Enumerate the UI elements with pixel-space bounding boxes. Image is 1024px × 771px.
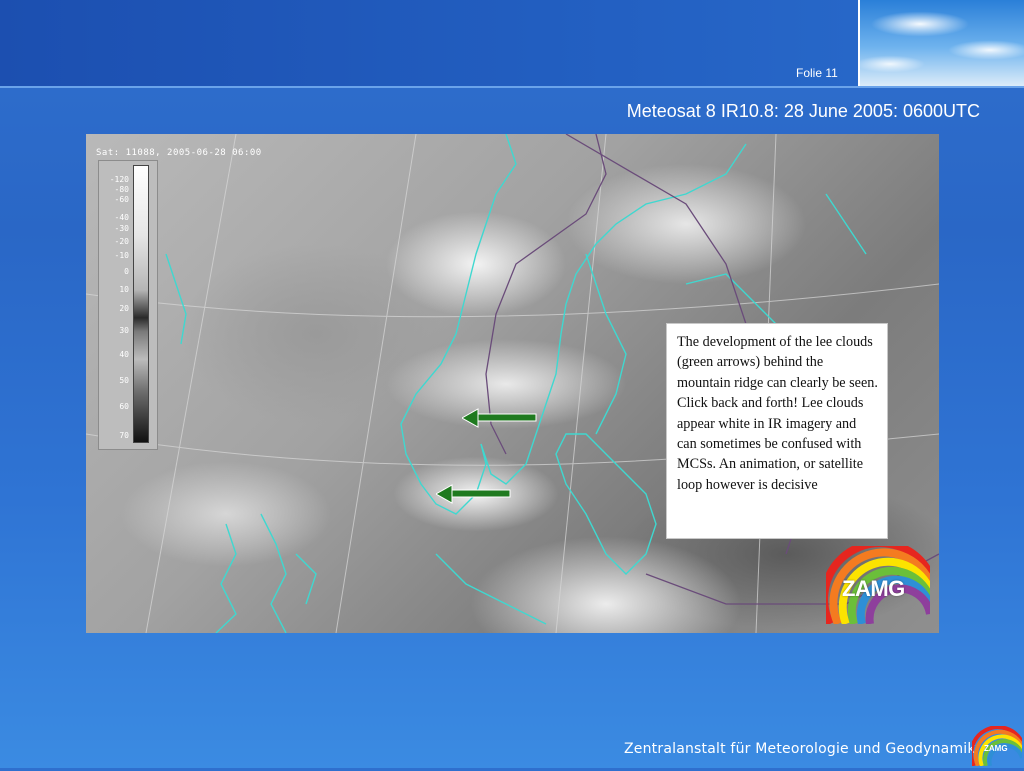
scale-label: 0 xyxy=(124,267,129,276)
scale-label: -20 xyxy=(114,237,129,246)
scale-label: -40 xyxy=(114,213,129,222)
scale-label: -10 xyxy=(114,251,129,260)
slide-title: Meteosat 8 IR10.8: 28 June 2005: 0600UTC xyxy=(626,101,980,121)
zamg-logo-text: ZAMG xyxy=(842,576,905,601)
footer-institution: Zentralanstalt für Meteorologie und Geod… xyxy=(624,741,976,757)
scale-bar xyxy=(133,165,149,443)
scale-label: 30 xyxy=(119,326,129,335)
footer-zamg-logo: ZAMG xyxy=(969,725,1024,767)
scale-label: 10 xyxy=(119,285,129,294)
green-arrow-icon xyxy=(436,484,511,504)
green-arrow-icon xyxy=(462,408,537,428)
scale-label: 40 xyxy=(119,350,129,359)
sky-photo xyxy=(858,0,1024,86)
scale-label: 60 xyxy=(119,402,129,411)
scale-label: -120 xyxy=(109,175,129,184)
scale-label: -60 xyxy=(114,195,129,204)
satellite-header: Sat: 11088, 2005-06-28 06:00 xyxy=(96,148,262,158)
slide-number: Folie 11 xyxy=(796,66,838,80)
scale-label: 50 xyxy=(119,376,129,385)
zamg-logo: ZAMG xyxy=(820,539,934,626)
scale-label: 70 xyxy=(119,431,129,440)
temperature-scale: -120 -80 -60 -40 -30 -20 -10 0 10 20 30 … xyxy=(98,160,158,450)
scale-label: 20 xyxy=(119,304,129,313)
info-textbox: The development of the lee clouds (green… xyxy=(666,323,888,539)
footer-logo-text: ZAMG xyxy=(984,744,1008,753)
scale-label: -30 xyxy=(114,224,129,233)
scale-label: -80 xyxy=(114,185,129,194)
